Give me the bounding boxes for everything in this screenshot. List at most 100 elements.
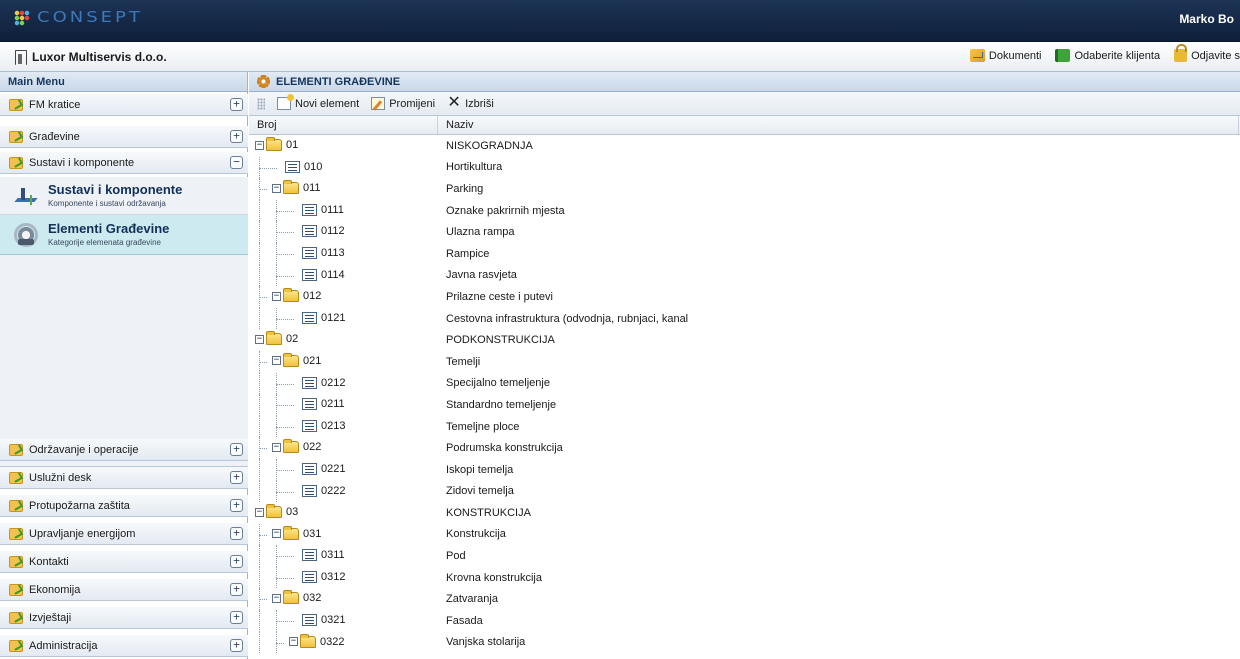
tree-expander-icon[interactable]: − bbox=[272, 291, 281, 301]
folder-docs-icon bbox=[969, 49, 985, 62]
sidebar-section-energija[interactable]: Upravljanje energijom + bbox=[0, 523, 248, 545]
tree-row[interactable]: − 01 NISKOGRADNJA bbox=[249, 135, 1240, 157]
arrow-folder-icon bbox=[9, 639, 23, 652]
tree-row[interactable]: 0213 Temeljne ploce bbox=[249, 415, 1240, 438]
tree-row[interactable]: 0121 Cestovna infrastruktura (odvodnja, r… bbox=[249, 307, 1240, 330]
tree-row[interactable]: − 03 KONSTRUKCIJA bbox=[249, 502, 1240, 524]
broj-text: 0111 bbox=[321, 203, 344, 216]
sidebar-section-usluzni-desk[interactable]: Uslužni desk + bbox=[0, 467, 248, 489]
new-element-button[interactable]: Novi element bbox=[277, 94, 359, 110]
broj-cell: − 02 bbox=[249, 329, 438, 351]
tree-row[interactable]: − 021 Temelji bbox=[249, 350, 1240, 373]
broj-text: 0213 bbox=[321, 419, 346, 432]
tree-expander-icon[interactable]: − bbox=[272, 356, 281, 366]
document-icon bbox=[302, 614, 317, 627]
tree-branch-line bbox=[276, 405, 294, 407]
expand-icon[interactable]: + bbox=[230, 527, 243, 540]
broj-cell: 0211 bbox=[249, 394, 438, 416]
expand-icon[interactable]: + bbox=[230, 583, 243, 596]
tree-row[interactable]: − 031 Konstrukcija bbox=[249, 523, 1240, 546]
tree-row[interactable]: 0312 Krovna konstrukcija bbox=[249, 566, 1240, 589]
section-label: Upravljanje energijom bbox=[29, 527, 136, 540]
tree-expander-icon[interactable]: − bbox=[289, 637, 298, 647]
tree-row[interactable]: − 011 Parking bbox=[249, 178, 1240, 200]
delete-button[interactable]: ✕ Izbriši bbox=[447, 95, 493, 111]
sidebar-section-izvjestaji[interactable]: Izvještaji + bbox=[0, 607, 248, 629]
tree-row[interactable]: 0212 Specijalno temeljenje bbox=[249, 372, 1240, 395]
broj-text: 031 bbox=[303, 527, 322, 540]
tree-row[interactable]: 0112 Ulazna rampa bbox=[249, 221, 1240, 243]
tree-expander-icon[interactable]: − bbox=[255, 507, 264, 517]
edit-label: Promijeni bbox=[389, 97, 436, 110]
expand-icon[interactable]: + bbox=[230, 611, 243, 624]
expand-icon[interactable]: + bbox=[230, 98, 243, 111]
sidebar-section-ekonomija[interactable]: Ekonomija + bbox=[0, 579, 248, 601]
document-icon bbox=[302, 246, 317, 259]
network-icon bbox=[14, 184, 38, 208]
broj-cell: 0213 bbox=[249, 415, 438, 438]
broj-cell: 0212 bbox=[249, 372, 438, 395]
expand-icon[interactable]: + bbox=[230, 471, 243, 484]
documents-button[interactable]: Dokumenti bbox=[969, 49, 1041, 62]
document-icon bbox=[302, 225, 317, 238]
arrow-folder-icon bbox=[9, 471, 23, 484]
logo-text: CONSEPT bbox=[37, 8, 143, 27]
tree-row[interactable]: − 02 PODKONSTRUKCIJA bbox=[249, 329, 1240, 351]
tree-expander-icon[interactable]: − bbox=[255, 140, 264, 150]
tree-row[interactable]: 0114 Javna rasvjeta bbox=[249, 264, 1240, 287]
tree-row[interactable]: 0111 Oznake pakrirnih mjesta bbox=[249, 199, 1240, 222]
tree-row[interactable]: 0221 Iskopi temelja bbox=[249, 458, 1240, 481]
sidebar-section-protupozarna[interactable]: Protupožarna zaštita + bbox=[0, 495, 248, 517]
expand-icon[interactable]: + bbox=[230, 499, 243, 512]
logout-button[interactable]: Odjavite s bbox=[1174, 44, 1240, 62]
sidebar-section-odrzavanje[interactable]: Održavanje i operacije + bbox=[0, 439, 248, 461]
select-client-button[interactable]: Odaberite klijenta bbox=[1055, 49, 1160, 62]
sidebar-item-sustavi-komponente[interactable]: Sustavi i komponente Komponente i sustav… bbox=[0, 177, 248, 215]
column-header-naziv[interactable]: Naziv bbox=[438, 116, 1239, 134]
section-label: Protupožarna zaštita bbox=[29, 499, 130, 512]
tree-node: − 022 bbox=[272, 439, 321, 454]
tree-row[interactable]: 0321 Fasada bbox=[249, 610, 1240, 632]
tree-row[interactable]: 0211 Standardno temeljenje bbox=[249, 394, 1240, 416]
tree-row[interactable]: − 022 Podrumska konstrukcija bbox=[249, 437, 1240, 459]
tree-row[interactable]: 0311 Pod bbox=[249, 545, 1240, 567]
sidebar-item-elementi-gradevine[interactable]: Elementi Građevine Kategorije elemenata … bbox=[0, 215, 248, 255]
broj-text: 0114 bbox=[321, 268, 345, 281]
tree-row[interactable]: 0222 Zidovi temelja bbox=[249, 480, 1240, 503]
tree-expander-icon[interactable]: − bbox=[272, 529, 281, 539]
new-document-icon bbox=[277, 94, 294, 110]
tree-row[interactable]: − 032 Zatvaranja bbox=[249, 588, 1240, 611]
tree-row[interactable]: − 012 Prilazne ceste i putevi bbox=[249, 286, 1240, 308]
sidebar-section-fm-kratice[interactable]: FM kratice + bbox=[0, 94, 248, 116]
expand-icon[interactable]: + bbox=[230, 639, 243, 652]
broj-text: 0321 bbox=[321, 614, 346, 627]
folder-icon bbox=[283, 288, 299, 303]
tree-expander-icon[interactable]: − bbox=[272, 442, 281, 452]
tree-row[interactable]: 0113 Rampice bbox=[249, 242, 1240, 265]
tree-expander-icon[interactable]: − bbox=[272, 593, 281, 603]
tree-expander-icon[interactable]: − bbox=[272, 183, 281, 193]
sidebar-section-sustavi[interactable]: Sustavi i komponente − bbox=[0, 152, 248, 174]
naziv-cell: Pod bbox=[446, 550, 466, 563]
edit-button[interactable]: Promijeni bbox=[371, 97, 435, 110]
sidebar-section-kontakti[interactable]: Kontakti + bbox=[0, 551, 248, 573]
expand-icon[interactable]: + bbox=[230, 555, 243, 568]
lock-icon bbox=[1174, 44, 1188, 62]
tree-guide-line bbox=[259, 545, 260, 567]
column-header-broj[interactable]: Broj bbox=[249, 116, 438, 134]
sidebar-section-gradevine[interactable]: Građevine + bbox=[0, 126, 248, 148]
collapse-icon[interactable]: − bbox=[230, 156, 243, 169]
expand-icon[interactable]: + bbox=[230, 130, 243, 143]
naziv-cell: Podrumska konstrukcija bbox=[446, 442, 563, 455]
broj-text: 032 bbox=[303, 592, 322, 605]
tree-expander-icon[interactable]: − bbox=[255, 334, 264, 344]
naziv-cell: Cestovna infrastruktura (odvodnja, rubnj… bbox=[446, 312, 689, 325]
section-label: Sustavi i komponente bbox=[29, 156, 135, 169]
tree-row[interactable]: − 0322 Vanjska stolarija bbox=[249, 631, 1240, 654]
sidebar-section-administracija[interactable]: Administracija + bbox=[0, 635, 248, 657]
user-name[interactable]: Marko Bo bbox=[1179, 12, 1234, 26]
tree-row[interactable]: 010 Hortikultura bbox=[249, 156, 1240, 179]
naziv-cell: Hortikultura bbox=[446, 161, 503, 174]
app-logo[interactable]: CONSEPT bbox=[14, 7, 143, 28]
expand-icon[interactable]: + bbox=[230, 443, 243, 456]
